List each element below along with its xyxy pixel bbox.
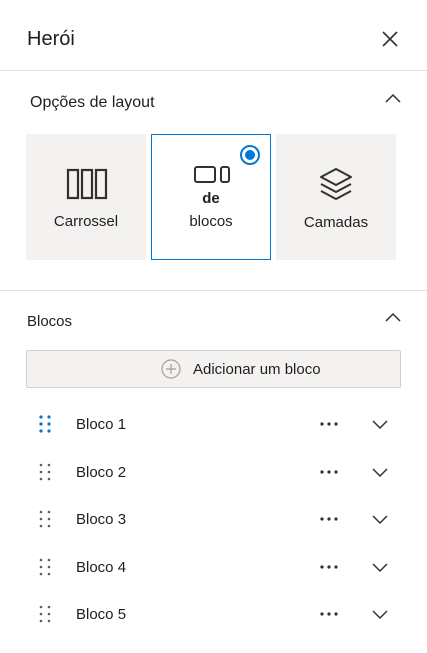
block-row: Bloco 5 [0, 594, 427, 634]
block-label: Bloco 2 [76, 464, 127, 481]
layout-option-label: Camadas [303, 214, 369, 231]
more-options-icon[interactable] [318, 414, 340, 434]
drag-handle-icon[interactable] [38, 462, 52, 482]
hero-properties-panel: Herói Opções de layout Carrossel de bloc… [0, 0, 427, 653]
layout-option-tiles[interactable]: de blocos [151, 134, 271, 260]
block-label: Bloco 3 [76, 511, 127, 528]
block-row: Bloco 2 [0, 452, 427, 492]
add-block-button[interactable]: Adicionar um bloco [26, 350, 401, 388]
layers-icon [320, 168, 352, 200]
block-label: Bloco 5 [76, 606, 127, 623]
chevron-down-icon[interactable] [371, 558, 389, 576]
block-row: Bloco 4 [0, 547, 427, 587]
layout-option-layers[interactable]: Camadas [276, 134, 396, 260]
chevron-down-icon[interactable] [371, 463, 389, 481]
selected-radio-icon [240, 145, 260, 165]
add-block-label: Adicionar um bloco [193, 361, 321, 378]
blocks-section-title: Blocos [27, 313, 73, 330]
panel-header: Herói [0, 0, 427, 71]
close-button[interactable] [378, 27, 402, 51]
layout-option-label-line1: de [202, 190, 220, 207]
chevron-down-icon[interactable] [371, 605, 389, 623]
chevron-down-icon[interactable] [371, 510, 389, 528]
block-label: Bloco 1 [76, 416, 127, 433]
more-options-icon[interactable] [318, 557, 340, 577]
more-options-icon[interactable] [318, 462, 340, 482]
layout-option-carousel[interactable]: Carrossel [26, 134, 146, 260]
block-label: Bloco 4 [76, 559, 127, 576]
chevron-up-icon [385, 312, 401, 322]
panel-title: Herói [27, 28, 75, 50]
chevron-up-icon [385, 93, 401, 103]
collapse-blocks-button[interactable] [384, 310, 402, 324]
block-row: Bloco 3 [0, 499, 427, 539]
drag-handle-icon[interactable] [38, 414, 52, 434]
layout-section-title: Opções de layout [30, 94, 155, 111]
section-divider [0, 290, 427, 291]
chevron-down-icon[interactable] [371, 415, 389, 433]
layout-option-label-line2: blocos [189, 213, 233, 230]
tiles-icon [194, 166, 230, 183]
more-options-icon[interactable] [318, 509, 340, 529]
close-icon [382, 31, 398, 47]
layout-options: Carrossel de blocos Camadas [26, 134, 398, 260]
more-options-icon[interactable] [318, 604, 340, 624]
collapse-layout-button[interactable] [384, 91, 402, 105]
carousel-icon [66, 168, 108, 200]
add-circle-icon [161, 359, 181, 379]
drag-handle-icon[interactable] [38, 509, 52, 529]
drag-handle-icon[interactable] [38, 557, 52, 577]
layout-option-label: Carrossel [53, 213, 119, 230]
drag-handle-icon[interactable] [38, 604, 52, 624]
block-row: Bloco 1 [0, 404, 427, 444]
